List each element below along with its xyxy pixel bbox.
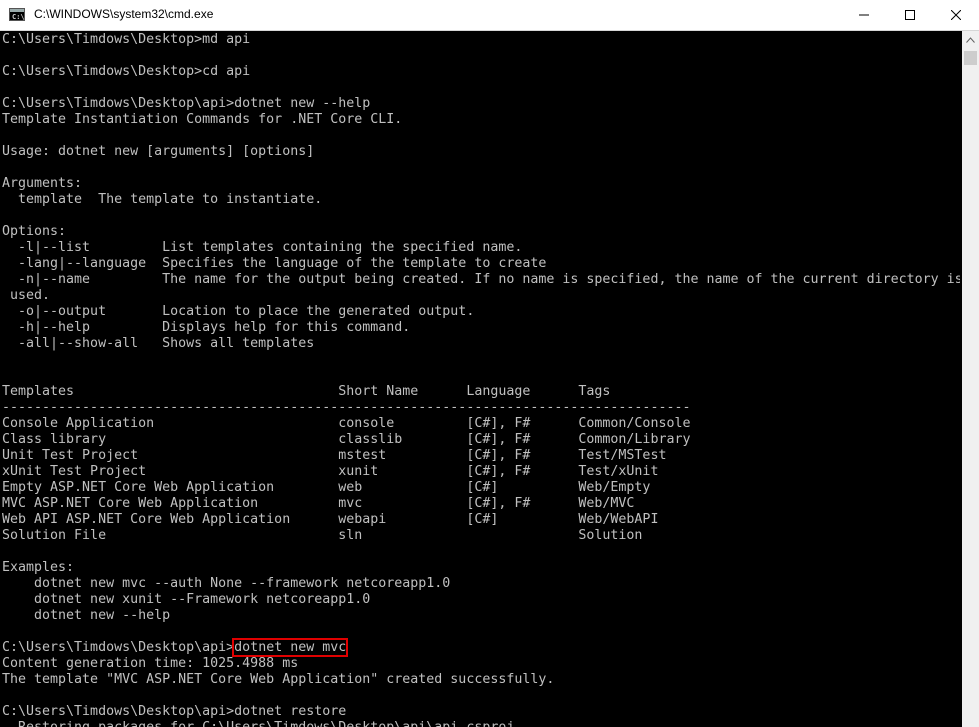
scroll-up-button[interactable] bbox=[962, 31, 979, 48]
console-line: Empty ASP.NET Core Web Application web [… bbox=[2, 480, 651, 495]
close-icon bbox=[951, 10, 961, 20]
console-line: Examples: bbox=[2, 560, 75, 575]
console-output[interactable]: C:\Users\Timdows\Desktop>md api C:\Users\… bbox=[2, 31, 960, 727]
console-line: -n|--name The name for the output being … bbox=[2, 272, 960, 287]
console-line: C:\Users\Timdows\Desktop>cd api bbox=[2, 64, 251, 79]
prompt-text: C:\Users\Timdows\Desktop\api> bbox=[2, 640, 235, 655]
console-line: C:\Users\Timdows\Desktop\api>dotnet new … bbox=[2, 96, 371, 111]
vertical-scrollbar[interactable] bbox=[962, 31, 979, 727]
console-line: Options: bbox=[2, 224, 67, 239]
console-line: Unit Test Project mstest [C#], F# Test/M… bbox=[2, 448, 667, 463]
scroll-thumb[interactable] bbox=[964, 51, 977, 65]
window-title: C:\WINDOWS\system32\cmd.exe bbox=[34, 7, 214, 21]
console-line: -l|--list List templates containing the … bbox=[2, 240, 523, 255]
chevron-up-icon bbox=[966, 36, 975, 43]
console-line: -o|--output Location to place the genera… bbox=[2, 304, 475, 319]
highlighted-command: dotnet new mvc bbox=[232, 638, 349, 657]
close-button[interactable] bbox=[933, 0, 979, 30]
console-line: C:\Users\Timdows\Desktop\api>dotnet rest… bbox=[2, 704, 347, 719]
console-line: -all|--show-all Shows all templates bbox=[2, 336, 315, 351]
cmd-icon: C:\ bbox=[9, 8, 25, 21]
maximize-button[interactable] bbox=[887, 0, 933, 30]
console-line: Template Instantiation Commands for .NET… bbox=[2, 112, 403, 127]
console-line: Templates Short Name Language Tags bbox=[2, 384, 611, 399]
cmd-window: C:\ C:\WINDOWS\system32\cmd.exe C:\Users… bbox=[0, 0, 979, 727]
console-line: Arguments: bbox=[2, 176, 83, 191]
console-line: used. bbox=[2, 288, 51, 303]
console-line: Solution File sln Solution bbox=[2, 528, 643, 543]
console-line: C:\Users\Timdows\Desktop>md api bbox=[2, 32, 251, 47]
console-line: Restoring packages for C:\Users\Timdows\… bbox=[2, 720, 538, 727]
maximize-icon bbox=[905, 10, 915, 20]
console-line: dotnet new mvc --auth None --framework n… bbox=[2, 576, 451, 591]
console-line: dotnet new --help bbox=[2, 608, 171, 623]
console-line: MVC ASP.NET Core Web Application mvc [C#… bbox=[2, 496, 635, 511]
console-line: template The template to instantiate. bbox=[2, 192, 323, 207]
console-line: ----------------------------------------… bbox=[2, 400, 691, 415]
console-line: xUnit Test Project xunit [C#], F# Test/x… bbox=[2, 464, 659, 479]
console-line: Console Application console [C#], F# Com… bbox=[2, 416, 691, 431]
console-line: Usage: dotnet new [arguments] [options] bbox=[2, 144, 315, 159]
minimize-button[interactable] bbox=[841, 0, 887, 30]
console-line: -h|--help Displays help for this command… bbox=[2, 320, 411, 335]
minimize-icon bbox=[859, 14, 869, 16]
console-line: -lang|--language Specifies the language … bbox=[2, 256, 547, 271]
console-line: Class library classlib [C#], F# Common/L… bbox=[2, 432, 691, 447]
console-line: dotnet new xunit --Framework netcoreapp1… bbox=[2, 592, 371, 607]
title-bar[interactable]: C:\ C:\WINDOWS\system32\cmd.exe bbox=[0, 0, 979, 31]
console-line: The template "MVC ASP.NET Core Web Appli… bbox=[2, 672, 555, 687]
console-line: Content generation time: 1025.4988 ms bbox=[2, 656, 299, 671]
console-line: Web API ASP.NET Core Web Application web… bbox=[2, 512, 659, 527]
console-line: C:\Users\Timdows\Desktop\api>dotnet new … bbox=[2, 638, 349, 657]
